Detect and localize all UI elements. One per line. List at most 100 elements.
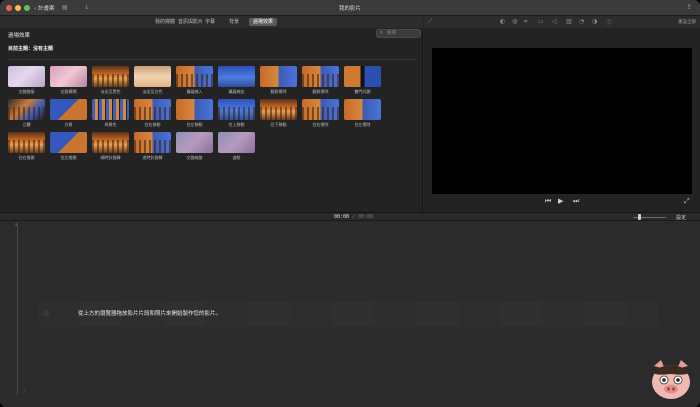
transition-tile[interactable]: 馬賽克 [92, 99, 129, 128]
skip-back-icon[interactable]: ⏮ [545, 197, 551, 206]
transition-thumbnail[interactable] [8, 132, 45, 153]
info-icon[interactable]: ⓘ [606, 18, 612, 27]
transition-tile[interactable]: 方格 [50, 99, 87, 128]
crop-icon[interactable]: ⌗ [524, 18, 527, 26]
transition-thumbnail[interactable] [50, 99, 87, 120]
transition-thumbnail[interactable] [134, 66, 171, 87]
transition-label: 交錯模糊 [60, 89, 77, 94]
zoom-slider-knob[interactable] [638, 214, 641, 220]
transition-tile[interactable]: 擴展縮出 [218, 66, 255, 95]
transition-thumbnail[interactable] [260, 99, 297, 120]
transition-thumbnail[interactable] [344, 66, 381, 87]
magic-wand-icon[interactable]: ⟋ [428, 18, 432, 26]
transitions-browser: 過場效果 ⌕ 目前主題：沒有主題 交錯融接 交錯模糊 淡出至黑色 淡出至白色 擴展縮入 擴… [0, 28, 423, 212]
transition-label: 順時針旋轉 [100, 155, 121, 160]
transition-thumbnail[interactable] [92, 132, 129, 153]
timeline[interactable]: ▾ ▦ 從上方的瀏覽器拖放影片片段和照片來開始製作您的影片。 ♪ [0, 221, 700, 407]
color-correction-icon[interactable]: ◍ [512, 18, 517, 25]
transition-label: 往下移動 [270, 122, 287, 127]
window-title: 我的影片 [338, 6, 361, 12]
filter-icon[interactable]: ◑ [592, 18, 597, 25]
title-bar: ‹ 計畫案 ▤ ↓ 我的影片 ⇪ [0, 0, 700, 16]
search-field[interactable]: ⌕ [376, 29, 421, 38]
transition-thumbnail[interactable] [218, 132, 255, 153]
transition-label: 雙門式開 [354, 89, 371, 94]
viewer-toolbar: ⟋ ◐ ◍ ⌗ ▭ ◁ ▥ ◔ ◑ ⓘ 重設全部 [424, 16, 700, 28]
transition-thumbnail[interactable] [344, 99, 381, 120]
volume-icon[interactable]: ◁ [552, 18, 557, 25]
transition-label: 翻頁擦除 [270, 89, 287, 94]
transition-tile[interactable]: 往右擦除 [302, 99, 339, 128]
transition-tile[interactable]: 波紋 [218, 132, 255, 161]
transition-tile[interactable]: 交錯縮放 [176, 132, 213, 161]
transition-label: 交錯融接 [18, 89, 35, 94]
transition-label: 往左擦除 [354, 122, 371, 127]
transition-tile[interactable]: 往上移動 [218, 99, 255, 128]
transition-tile[interactable]: 逆時針旋轉 [134, 132, 171, 161]
transition-tile[interactable]: 交錯融接 [8, 66, 45, 95]
drop-hint: 從上方的瀏覽器拖放影片片段和照片來開始製作您的影片。 [78, 311, 222, 317]
transition-tile[interactable]: 往右移動 [134, 99, 171, 128]
theme-subheading: 目前主題：沒有主題 [8, 46, 54, 52]
transition-thumbnail[interactable] [50, 132, 87, 153]
transition-tile[interactable]: 往下移動 [260, 99, 297, 128]
transition-thumbnail[interactable] [302, 99, 339, 120]
transition-label: 擴展縮入 [186, 89, 203, 94]
tab-titles[interactable]: 字幕 [201, 18, 219, 26]
current-time: 00:00 [334, 214, 350, 220]
tab-backgrounds[interactable]: 背景 [225, 18, 243, 26]
transition-thumbnail[interactable] [92, 99, 129, 120]
transition-tile[interactable]: 往左推開 [50, 132, 87, 161]
transition-tile[interactable]: 雙門式開 [344, 66, 381, 95]
timeline-settings-button[interactable]: 設定 [676, 214, 686, 221]
transition-thumbnail[interactable] [134, 99, 171, 120]
tab-transitions[interactable]: 過場效果 [249, 18, 278, 26]
transition-tile[interactable]: 翻頁擦除 [260, 66, 297, 95]
transition-tile[interactable]: 順時針旋轉 [92, 132, 129, 161]
browser-tabs: 我的媒體 音訊與影片 字幕 背景 過場效果 [0, 16, 423, 28]
transition-thumbnail[interactable] [218, 99, 255, 120]
viewer: ⏮ ▶ ⏭ ⤢ [424, 28, 700, 212]
transition-thumbnail[interactable] [92, 66, 129, 87]
reset-all-button[interactable]: 重設全部 [678, 19, 696, 25]
search-input[interactable] [387, 30, 419, 37]
noise-reduction-icon[interactable]: ▥ [566, 18, 572, 25]
fullscreen-icon[interactable]: ⤢ [684, 197, 690, 206]
transition-label: 交錯縮放 [186, 155, 203, 160]
transition-label: 往左推開 [60, 155, 77, 160]
transition-thumbnail[interactable] [260, 66, 297, 87]
transition-thumbnail[interactable] [218, 66, 255, 87]
transition-label: 翻頁擦除 [312, 89, 329, 94]
transition-thumbnail[interactable] [50, 66, 87, 87]
total-time: 00:00 [358, 214, 374, 220]
transition-thumbnail[interactable] [302, 66, 339, 87]
transition-tile[interactable]: 擴展縮入 [176, 66, 213, 95]
transition-thumbnail[interactable] [176, 132, 213, 153]
timeline-header: 00:00 / 00:00 設定 [0, 212, 700, 221]
transition-tile[interactable]: 往左擦除 [344, 99, 381, 128]
search-icon: ⌕ [380, 30, 384, 36]
speed-icon[interactable]: ◔ [579, 18, 584, 25]
transition-tile[interactable]: 淡出至白色 [134, 66, 171, 95]
transition-tile[interactable]: 翻頁擦除 [302, 66, 339, 95]
transition-tile[interactable]: 往左移動 [176, 99, 213, 128]
transition-tile[interactable]: 往右推開 [8, 132, 45, 161]
transition-tile[interactable]: 交錯模糊 [50, 66, 87, 95]
color-balance-icon[interactable]: ◐ [500, 18, 505, 25]
transition-thumbnail[interactable] [134, 132, 171, 153]
skip-forward-icon[interactable]: ⏭ [573, 197, 579, 206]
transition-tile[interactable]: 淡出至黑色 [92, 66, 129, 95]
transition-thumbnail[interactable] [176, 66, 213, 87]
preview-screen [432, 48, 692, 194]
play-icon[interactable]: ▶ [558, 197, 563, 205]
share-icon[interactable]: ⇪ [686, 3, 692, 11]
divider [8, 59, 416, 60]
stabilization-icon[interactable]: ▭ [538, 18, 544, 25]
transition-thumbnail[interactable] [8, 99, 45, 120]
transition-tile[interactable]: 立體 [8, 99, 45, 128]
audio-track-icon: ♪ [23, 389, 27, 395]
transition-thumbnail[interactable] [176, 99, 213, 120]
playhead[interactable] [17, 225, 18, 395]
transition-thumbnail[interactable] [8, 66, 45, 87]
transition-label: 方格 [64, 122, 73, 127]
